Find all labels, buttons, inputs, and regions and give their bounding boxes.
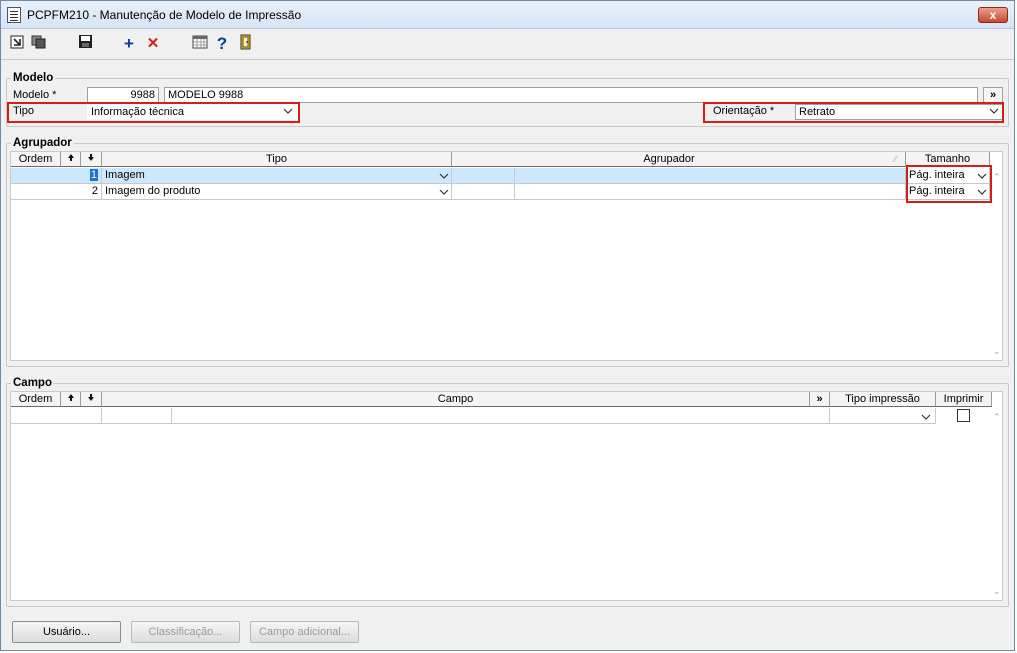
window-title: PCPFM210 - Manutenção de Modelo de Impre…	[27, 8, 302, 22]
classificacao-button[interactable]: Classificação...	[131, 621, 240, 643]
close-button[interactable]: x	[978, 7, 1008, 23]
scroll-up-arrow[interactable]: ⌃	[993, 412, 1001, 423]
sort-down-button[interactable]	[81, 152, 102, 167]
campo-row-1-campo[interactable]	[172, 408, 830, 424]
chevron-down-icon[interactable]	[439, 172, 449, 182]
document-icon	[7, 7, 21, 23]
window: PCPFM210 - Manutenção de Modelo de Impre…	[0, 0, 1015, 651]
imprimir-checkbox[interactable]	[957, 409, 970, 422]
modelo-more-button[interactable]: »	[983, 87, 1003, 103]
agrupador-row-2-agrupador-code[interactable]	[452, 184, 515, 200]
column-header-tipo-impressao[interactable]: Tipo impressão	[830, 392, 936, 407]
modelo-label: Modelo *	[13, 89, 57, 101]
toolbar: + ✕ ?	[1, 30, 1014, 58]
agrupador-row-1-ordem[interactable]: 1	[11, 168, 102, 184]
sort-up-button[interactable]	[61, 392, 81, 407]
agrupador-row-1-agrupador-name[interactable]	[515, 168, 906, 184]
help-icon[interactable]: ?	[212, 34, 232, 54]
tamanho-annotation-box	[906, 165, 992, 203]
exit-door-icon[interactable]	[236, 34, 256, 54]
sort-down-button[interactable]	[81, 392, 102, 407]
campo-more-button[interactable]: »	[810, 392, 830, 407]
chevron-down-icon[interactable]	[921, 413, 931, 423]
campo-row-1-code[interactable]	[102, 408, 172, 424]
tipo-annotation-box	[7, 102, 300, 123]
column-header-ordem[interactable]: Ordem	[11, 152, 61, 167]
column-header-campo[interactable]: Campo	[102, 392, 810, 407]
tipo-value: Imagem do produto	[105, 185, 201, 197]
ordem-value: 1	[89, 169, 98, 181]
usuario-button[interactable]: Usuário...	[12, 621, 121, 643]
save-icon[interactable]	[75, 34, 95, 54]
agrupador-row-2-ordem[interactable]: 2	[11, 184, 102, 200]
add-icon[interactable]: +	[119, 34, 139, 54]
campo-adicional-button[interactable]: Campo adicional...	[250, 621, 359, 643]
modelo-section-title: Modelo	[11, 72, 56, 84]
column-header-agrupador[interactable]: Agrupador	[452, 152, 886, 167]
agrupador-section-title: Agrupador	[11, 137, 74, 149]
agrupador-row-1-tipo[interactable]: Imagem	[102, 168, 452, 184]
agrupador-row-1-agrupador-code[interactable]	[452, 168, 515, 184]
toolbar-divider	[1, 59, 1014, 60]
tipo-value: Imagem	[105, 169, 145, 181]
column-header-ordem[interactable]: Ordem	[11, 392, 61, 407]
agrupador-grid: Ordem Tipo Agrupador ⁄⁄ Tamanho 1 Imagem…	[10, 151, 1003, 361]
sort-up-button[interactable]	[61, 152, 81, 167]
title-bar: PCPFM210 - Manutenção de Modelo de Impre…	[1, 1, 1014, 29]
scroll-down-arrow[interactable]: ⌄	[993, 586, 1001, 597]
column-options-icon[interactable]: ⁄⁄	[886, 152, 906, 167]
scroll-up-arrow[interactable]: ⌃	[993, 172, 1001, 183]
column-header-tipo[interactable]: Tipo	[102, 152, 452, 167]
modelo-name-field[interactable]: MODELO 9988	[164, 87, 978, 103]
column-header-imprimir[interactable]: Imprimir	[936, 392, 992, 407]
delete-icon[interactable]: ✕	[143, 34, 163, 54]
campo-row-1-ordem[interactable]	[11, 408, 102, 424]
calendar-grid-icon[interactable]	[190, 34, 210, 54]
agrupador-row-2-agrupador-name[interactable]	[515, 184, 906, 200]
chevron-down-icon[interactable]	[439, 188, 449, 198]
agrupador-row-2-tipo[interactable]: Imagem do produto	[102, 184, 452, 200]
orientacao-annotation-box	[703, 102, 1004, 123]
campo-grid: Ordem Campo » Tipo impressão Imprimir ⌃ …	[10, 391, 1003, 601]
modelo-code-field[interactable]: 9988	[87, 87, 159, 103]
campo-section-title: Campo	[11, 377, 54, 389]
copy-icon[interactable]	[29, 34, 49, 54]
scroll-down-arrow[interactable]: ⌄	[993, 346, 1001, 357]
export-icon[interactable]	[7, 34, 27, 54]
